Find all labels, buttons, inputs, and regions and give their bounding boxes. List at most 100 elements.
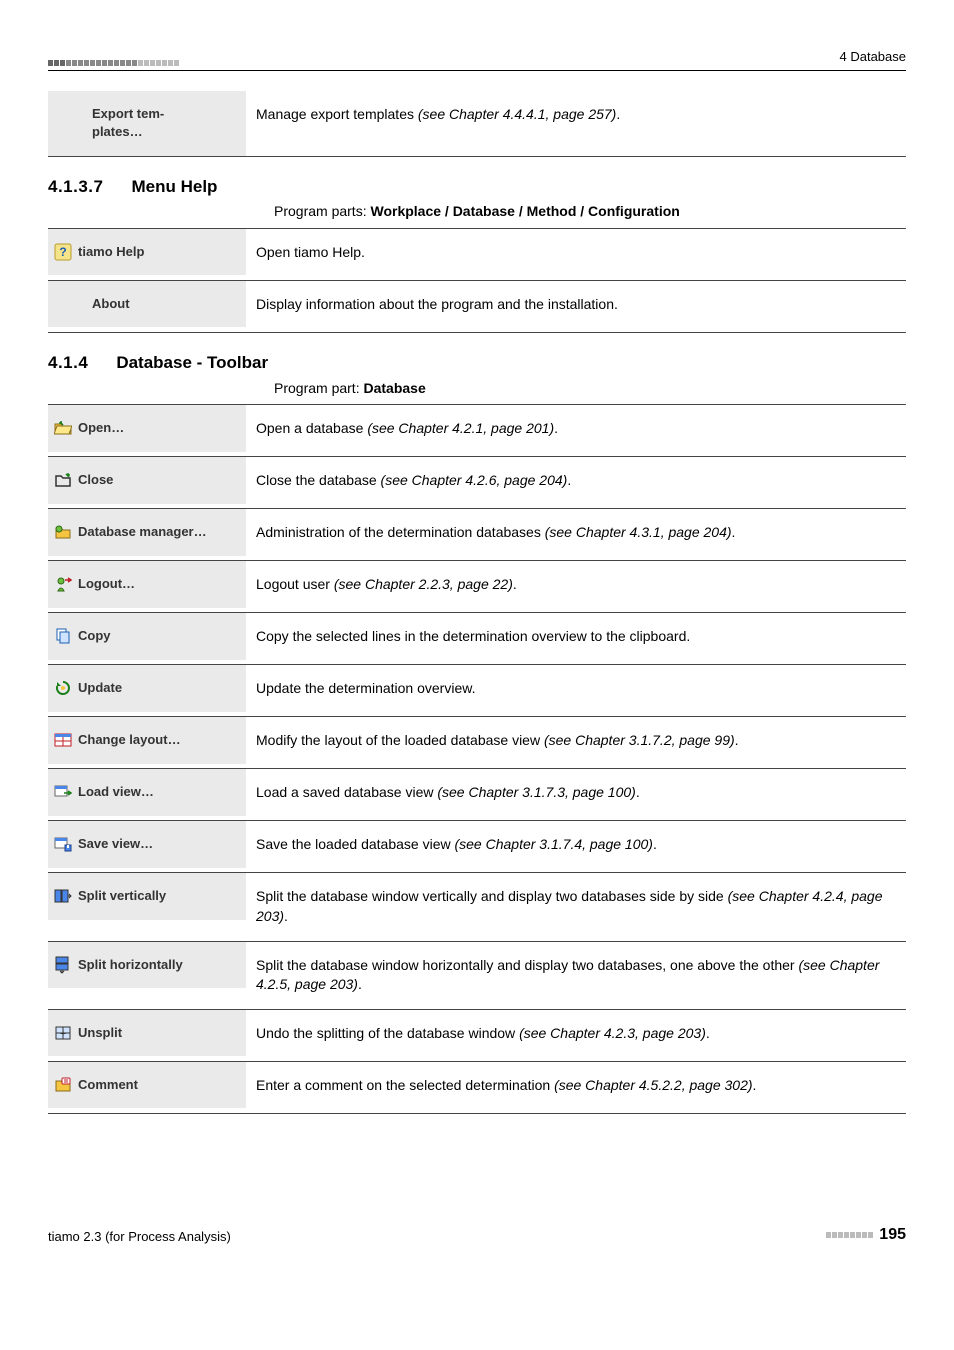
desc-end: . xyxy=(753,1077,757,1093)
saveview-icon xyxy=(54,835,72,853)
splith-icon xyxy=(54,956,72,974)
menu-row: ?tiamo HelpOpen tiamo Help. xyxy=(48,229,906,281)
toolbar-row: Database manager… Administration of the d… xyxy=(48,509,906,561)
desc-end: . xyxy=(513,576,517,592)
comment-icon xyxy=(54,1076,72,1094)
toolbar-desc: Close the database (see Chapter 4.2.6, p… xyxy=(246,457,906,505)
desc-end: . xyxy=(653,836,657,852)
toolbar-label-text: Split vertically xyxy=(78,887,166,905)
program-part-label: Program part: xyxy=(274,380,363,396)
desc-end: . xyxy=(554,420,558,436)
toolbar-row: Copy Copy the selected lines in the deter… xyxy=(48,613,906,665)
toolbar-desc: Modify the layout of the loaded database… xyxy=(246,717,906,765)
desc-text: Administration of the determination data… xyxy=(256,524,545,540)
desc-text: Split the database window vertically and… xyxy=(256,888,728,904)
desc-ref: (see Chapter 3.1.7.2, page 99) xyxy=(544,732,735,748)
toolbar-label-text: Comment xyxy=(78,1076,138,1094)
toolbar-label-text: Copy xyxy=(78,627,111,645)
label-line2: plates… xyxy=(92,123,236,141)
menu-desc: Display information about the program an… xyxy=(246,281,906,329)
desc-text: Copy the selected lines in the determina… xyxy=(256,628,690,644)
toolbar-label: Change layout… xyxy=(48,717,246,763)
toolbar-row: Open… Open a database (see Chapter 4.2.1,… xyxy=(48,405,906,457)
dbmanager-icon xyxy=(54,523,72,541)
program-part-value: Database xyxy=(363,380,425,396)
desc-ref: (see Chapter 4.5.2.2, page 302) xyxy=(554,1077,752,1093)
menu-desc: Manage export templates (see Chapter 4.4… xyxy=(246,91,906,139)
toolbar-label: Update xyxy=(48,665,246,711)
menu-label: ?tiamo Help xyxy=(48,229,246,275)
desc-end: . xyxy=(735,732,739,748)
section-number: 4.1.3.7 xyxy=(48,175,104,199)
label-line1: Export tem- xyxy=(92,105,236,123)
desc-ref: (see Chapter 3.1.7.3, page 100) xyxy=(437,784,635,800)
desc-text: Close the database xyxy=(256,472,381,488)
toolbar-label-text: Close xyxy=(78,471,113,489)
section-number: 4.1.4 xyxy=(48,351,88,375)
desc-end: . xyxy=(616,106,620,122)
desc-text: Open a database xyxy=(256,420,367,436)
splitv-icon xyxy=(54,887,72,905)
desc-ref: (see Chapter 4.3.1, page 204) xyxy=(545,524,732,540)
footer-decoration xyxy=(826,1232,873,1238)
menu-desc: Open tiamo Help. xyxy=(246,229,906,277)
toolbar-desc: Save the loaded database view (see Chapt… xyxy=(246,821,906,869)
page-header: 4 Database xyxy=(48,48,906,71)
section-heading-menu-help: 4.1.3.7 Menu Help xyxy=(48,175,906,199)
toolbar-desc: Administration of the determination data… xyxy=(246,509,906,557)
desc-text: Undo the splitting of the database windo… xyxy=(256,1025,519,1041)
toolbar-label-text: Update xyxy=(78,679,122,697)
update-icon xyxy=(54,679,72,697)
desc-ref: (see Chapter 2.2.3, page 22) xyxy=(334,576,513,592)
desc-text: Enter a comment on the selected determin… xyxy=(256,1077,554,1093)
toolbar-label: Comment xyxy=(48,1062,246,1108)
toolbar-row: Close Close the database (see Chapter 4.2… xyxy=(48,457,906,509)
toolbar-desc: Split the database window vertically and… xyxy=(246,873,906,940)
menu-row-export-templates: Export tem- plates… Manage export templa… xyxy=(48,91,906,156)
menu-label-text: About xyxy=(92,295,130,313)
toolbar-desc: Copy the selected lines in the determina… xyxy=(246,613,906,661)
desc-end: . xyxy=(732,524,736,540)
toolbar-label-text: Logout… xyxy=(78,575,135,593)
desc-ref: (see Chapter 4.2.1, page 201) xyxy=(367,420,554,436)
toolbar-label-text: Split horizontally xyxy=(78,956,183,974)
toolbar-desc: Undo the splitting of the database windo… xyxy=(246,1010,906,1058)
toolbar-row: Update Update the determination overview. xyxy=(48,665,906,717)
toolbar-label: Load view… xyxy=(48,769,246,815)
toolbar-label: Close xyxy=(48,457,246,503)
page-footer: tiamo 2.3 (for Process Analysis) 195 xyxy=(48,1224,906,1246)
footer-product: tiamo 2.3 (for Process Analysis) xyxy=(48,1228,231,1246)
desc-ref: (see Chapter 4.2.3, page 203) xyxy=(519,1025,706,1041)
close-icon xyxy=(54,471,72,489)
toolbar-row: Split vertically Split the database windo… xyxy=(48,873,906,941)
toolbar-label-text: Database manager… xyxy=(78,523,207,541)
toolbar-label-text: Load view… xyxy=(78,783,154,801)
desc-text: Modify the layout of the loaded database… xyxy=(256,732,544,748)
desc-text: Manage export templates xyxy=(256,106,418,122)
toolbar-label: + Unsplit xyxy=(48,1010,246,1056)
svg-text:?: ? xyxy=(59,245,66,259)
desc-end: . xyxy=(636,784,640,800)
toolbar-label-text: Unsplit xyxy=(78,1024,122,1042)
toolbar-label-text: Change layout… xyxy=(78,731,181,749)
toolbar-row: Change layout… Modify the layout of the l… xyxy=(48,717,906,769)
toolbar-desc: Split the database window horizontally a… xyxy=(246,942,906,1009)
svg-text:+: + xyxy=(60,1029,66,1040)
toolbar-row: Load view… Load a saved database view (se… xyxy=(48,769,906,821)
program-parts-value: Workplace / Database / Method / Configur… xyxy=(370,203,679,219)
desc-ref: (see Chapter 4.4.4.1, page 257) xyxy=(418,106,616,122)
section-heading-toolbar: 4.1.4 Database - Toolbar xyxy=(48,351,906,375)
toolbar-label: Open… xyxy=(48,405,246,451)
toolbar-label: Copy xyxy=(48,613,246,659)
toolbar-row: Logout…Logout user (see Chapter 2.2.3, p… xyxy=(48,561,906,613)
toolbar-label-text: Save view… xyxy=(78,835,153,853)
toolbar-label-text: Open… xyxy=(78,419,124,437)
toolbar-desc: Load a saved database view (see Chapter … xyxy=(246,769,906,817)
program-parts: Program parts: Workplace / Database / Me… xyxy=(48,202,906,222)
desc-text: Update the determination overview. xyxy=(256,680,475,696)
desc-text: Split the database window horizontally a… xyxy=(256,957,798,973)
toolbar-label: Split horizontally xyxy=(48,942,246,988)
desc-text: Save the loaded database view xyxy=(256,836,454,852)
desc-end: . xyxy=(284,908,288,924)
chapter-label: 4 Database xyxy=(840,48,907,66)
